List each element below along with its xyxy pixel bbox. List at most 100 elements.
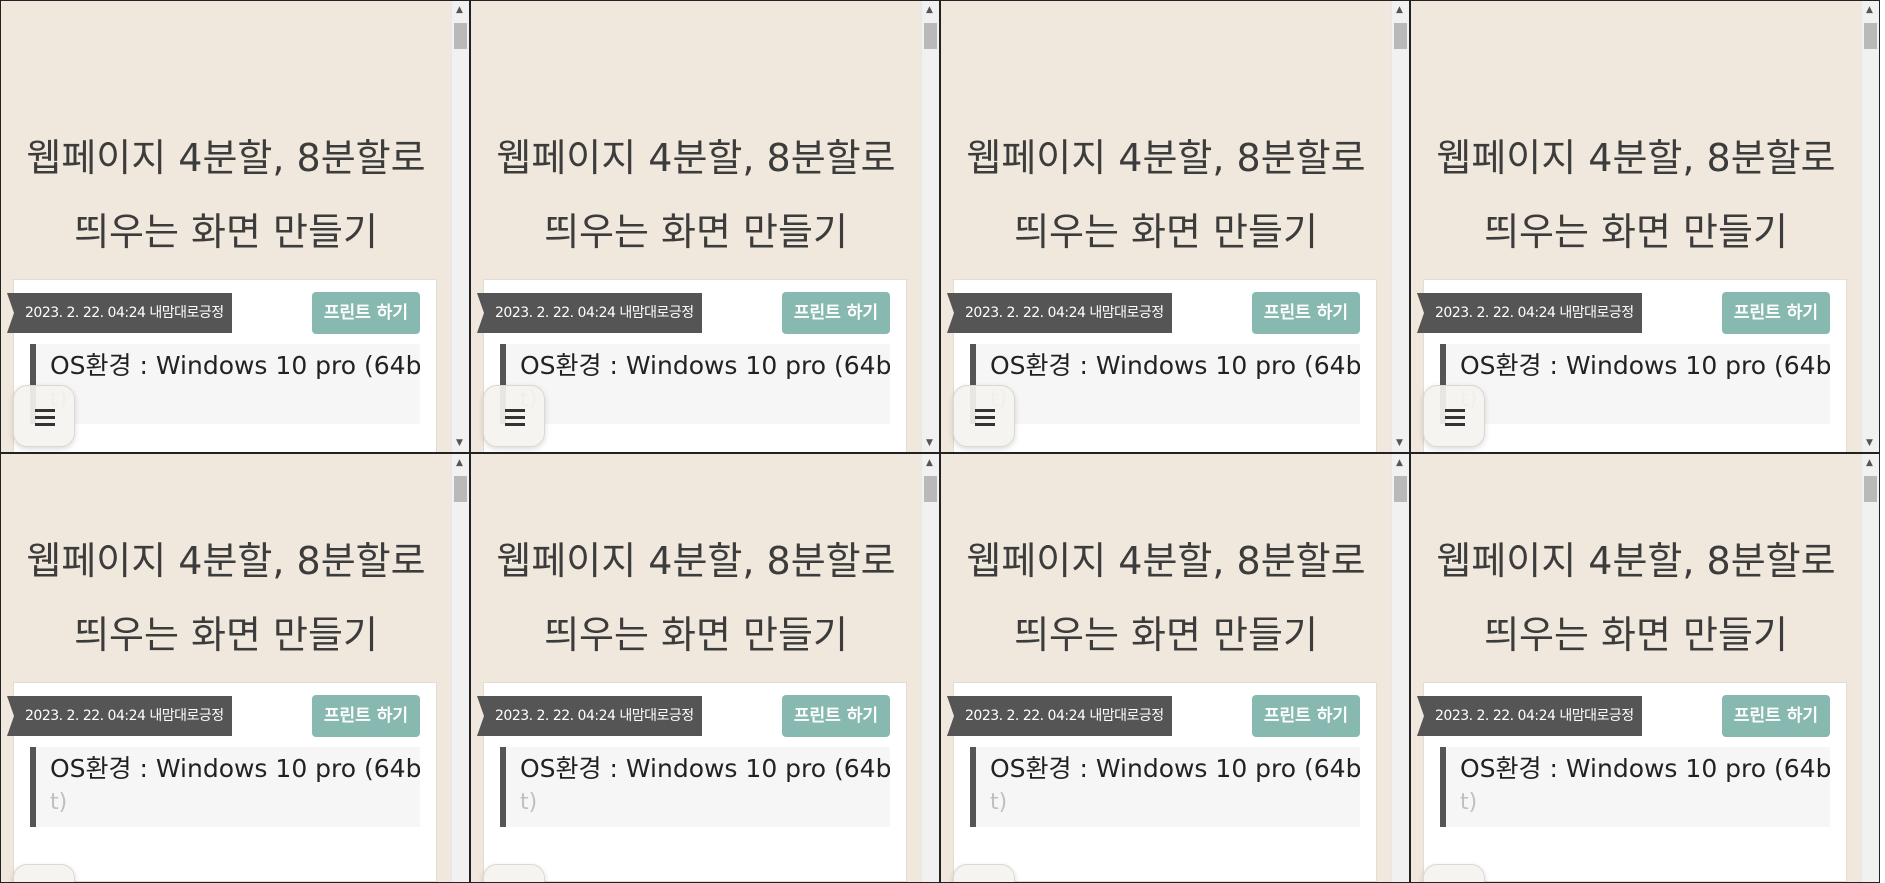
- print-button[interactable]: 프린트 하기: [1251, 695, 1360, 737]
- date-author-tag: 2023. 2. 22. 04:24 내맘대로긍정: [477, 293, 702, 333]
- scrollbar-thumb[interactable]: [1394, 476, 1407, 502]
- code-line: OS환경 : Windows 10 pro (64bi: [990, 351, 1360, 380]
- pane-content: 웹페이지 4분할, 8분할로 띄우는 화면 만들기 2023. 2. 22. 0…: [1411, 454, 1861, 882]
- vertical-scrollbar[interactable]: ▲: [921, 454, 939, 882]
- post-card: 2023. 2. 22. 04:24 내맘대로긍정 프린트 하기 OS환경 : …: [1417, 279, 1847, 452]
- code-line-overflow: t): [50, 790, 68, 815]
- menu-button[interactable]: [483, 864, 545, 882]
- date-author-tag: 2023. 2. 22. 04:24 내맘대로긍정: [947, 293, 1172, 333]
- code-block: OS환경 : Windows 10 pro (64bi t): [500, 747, 890, 827]
- page-title: 웹페이지 4분할, 8분할로 띄우는 화면 만들기: [941, 121, 1391, 269]
- browser-pane-7[interactable]: 웹페이지 4분할, 8분할로 띄우는 화면 만들기 2023. 2. 22. 0…: [940, 453, 1410, 883]
- browser-pane-4[interactable]: 웹페이지 4분할, 8분할로 띄우는 화면 만들기 2023. 2. 22. 0…: [1410, 0, 1880, 453]
- print-button[interactable]: 프린트 하기: [1721, 292, 1830, 334]
- code-line: OS환경 : Windows 10 pro (64bi: [990, 754, 1360, 783]
- browser-pane-1[interactable]: 웹페이지 4분할, 8분할로 띄우는 화면 만들기 2023. 2. 22. 0…: [0, 0, 470, 453]
- hamburger-icon: [975, 409, 995, 430]
- date-author-tag: 2023. 2. 22. 04:24 내맘대로긍정: [477, 696, 702, 736]
- title-line-2: 띄우는 화면 만들기: [74, 210, 378, 254]
- title-line-1: 웹페이지 4분할, 8분할로: [496, 136, 896, 180]
- title-line-1: 웹페이지 4분할, 8분할로: [1436, 136, 1836, 180]
- page-title: 웹페이지 4분할, 8분할로 띄우는 화면 만들기: [1411, 121, 1861, 269]
- scroll-up-arrow-icon[interactable]: ▲: [1866, 5, 1873, 15]
- vertical-scrollbar[interactable]: ▲: [451, 454, 469, 882]
- scroll-down-arrow-icon[interactable]: ▼: [1396, 438, 1403, 448]
- scroll-down-arrow-icon[interactable]: ▼: [456, 438, 463, 448]
- scroll-up-arrow-icon[interactable]: ▲: [926, 5, 933, 15]
- title-line-1: 웹페이지 4분할, 8분할로: [966, 136, 1366, 180]
- vertical-scrollbar[interactable]: ▲ ▼: [451, 1, 469, 452]
- code-block: OS환경 : Windows 10 pro (64bi t): [970, 344, 1360, 424]
- scrollbar-thumb[interactable]: [924, 476, 937, 502]
- print-button[interactable]: 프린트 하기: [1721, 695, 1830, 737]
- print-button[interactable]: 프린트 하기: [311, 695, 420, 737]
- scrollbar-thumb[interactable]: [454, 476, 467, 502]
- pane-content: 웹페이지 4분할, 8분할로 띄우는 화면 만들기 2023. 2. 22. 0…: [1, 1, 451, 452]
- date-author-tag: 2023. 2. 22. 04:24 내맘대로긍정: [1417, 696, 1642, 736]
- pane-content: 웹페이지 4분할, 8분할로 띄우는 화면 만들기 2023. 2. 22. 0…: [471, 1, 921, 452]
- title-line-2: 띄우는 화면 만들기: [544, 210, 848, 254]
- code-line: OS환경 : Windows 10 pro (64bi: [50, 351, 420, 380]
- browser-pane-3[interactable]: 웹페이지 4분할, 8분할로 띄우는 화면 만들기 2023. 2. 22. 0…: [940, 0, 1410, 453]
- menu-button[interactable]: [13, 385, 75, 447]
- vertical-scrollbar[interactable]: ▲: [1391, 454, 1409, 882]
- menu-button[interactable]: [13, 864, 75, 882]
- hamburger-icon: [505, 409, 525, 430]
- scroll-up-arrow-icon[interactable]: ▲: [1866, 458, 1873, 468]
- browser-pane-6[interactable]: 웹페이지 4분할, 8분할로 띄우는 화면 만들기 2023. 2. 22. 0…: [470, 453, 940, 883]
- scrollbar-thumb[interactable]: [1864, 476, 1877, 502]
- scrollbar-thumb[interactable]: [1864, 23, 1877, 49]
- vertical-scrollbar[interactable]: ▲ ▼: [1861, 1, 1879, 452]
- pane-content: 웹페이지 4분할, 8분할로 띄우는 화면 만들기 2023. 2. 22. 0…: [941, 454, 1391, 882]
- title-line-1: 웹페이지 4분할, 8분할로: [966, 539, 1366, 583]
- code-block: OS환경 : Windows 10 pro (64bi t): [1440, 747, 1830, 827]
- menu-button[interactable]: [1423, 864, 1485, 882]
- code-line: OS환경 : Windows 10 pro (64bi: [50, 754, 420, 783]
- scroll-down-arrow-icon[interactable]: ▼: [1866, 438, 1873, 448]
- scrollbar-thumb[interactable]: [924, 23, 937, 49]
- code-block: OS환경 : Windows 10 pro (64bi t): [30, 747, 420, 827]
- vertical-scrollbar[interactable]: ▲ ▼: [1391, 1, 1409, 452]
- print-button[interactable]: 프린트 하기: [781, 292, 890, 334]
- menu-button[interactable]: [953, 385, 1015, 447]
- scroll-down-arrow-icon[interactable]: ▼: [926, 438, 933, 448]
- print-button[interactable]: 프린트 하기: [781, 695, 890, 737]
- vertical-scrollbar[interactable]: ▲: [1861, 454, 1879, 882]
- code-line: OS환경 : Windows 10 pro (64bi: [1460, 351, 1830, 380]
- menu-button[interactable]: [1423, 385, 1485, 447]
- post-card: 2023. 2. 22. 04:24 내맘대로긍정 프린트 하기 OS환경 : …: [1417, 682, 1847, 882]
- code-line: OS환경 : Windows 10 pro (64bi: [1460, 754, 1830, 783]
- pane-content: 웹페이지 4분할, 8분할로 띄우는 화면 만들기 2023. 2. 22. 0…: [1, 454, 451, 882]
- post-card: 2023. 2. 22. 04:24 내맘대로긍정 프린트 하기 OS환경 : …: [947, 682, 1377, 882]
- post-card: 2023. 2. 22. 04:24 내맘대로긍정 프린트 하기 OS환경 : …: [7, 279, 437, 452]
- scroll-up-arrow-icon[interactable]: ▲: [456, 5, 463, 15]
- pane-content: 웹페이지 4분할, 8분할로 띄우는 화면 만들기 2023. 2. 22. 0…: [941, 1, 1391, 452]
- page-title: 웹페이지 4분할, 8분할로 띄우는 화면 만들기: [471, 121, 921, 269]
- post-card: 2023. 2. 22. 04:24 내맘대로긍정 프린트 하기 OS환경 : …: [477, 682, 907, 882]
- scroll-up-arrow-icon[interactable]: ▲: [1396, 5, 1403, 15]
- split-view-grid: 웹페이지 4분할, 8분할로 띄우는 화면 만들기 2023. 2. 22. 0…: [0, 0, 1885, 883]
- code-line: OS환경 : Windows 10 pro (64bi: [520, 351, 890, 380]
- title-line-1: 웹페이지 4분할, 8분할로: [26, 539, 426, 583]
- title-line-1: 웹페이지 4분할, 8분할로: [1436, 539, 1836, 583]
- print-button[interactable]: 프린트 하기: [311, 292, 420, 334]
- menu-button[interactable]: [483, 385, 545, 447]
- scroll-up-arrow-icon[interactable]: ▲: [456, 458, 463, 468]
- code-line-overflow: t): [990, 790, 1008, 815]
- code-line-overflow: t): [1460, 790, 1478, 815]
- browser-pane-8[interactable]: 웹페이지 4분할, 8분할로 띄우는 화면 만들기 2023. 2. 22. 0…: [1410, 453, 1880, 883]
- menu-button[interactable]: [953, 864, 1015, 882]
- browser-pane-2[interactable]: 웹페이지 4분할, 8분할로 띄우는 화면 만들기 2023. 2. 22. 0…: [470, 0, 940, 453]
- scroll-up-arrow-icon[interactable]: ▲: [926, 458, 933, 468]
- code-line: OS환경 : Windows 10 pro (64bi: [520, 754, 890, 783]
- code-block: OS환경 : Windows 10 pro (64bi t): [1440, 344, 1830, 424]
- scrollbar-thumb[interactable]: [454, 23, 467, 49]
- scroll-up-arrow-icon[interactable]: ▲: [1396, 458, 1403, 468]
- scrollbar-thumb[interactable]: [1394, 23, 1407, 49]
- post-card: 2023. 2. 22. 04:24 내맘대로긍정 프린트 하기 OS환경 : …: [477, 279, 907, 452]
- post-card: 2023. 2. 22. 04:24 내맘대로긍정 프린트 하기 OS환경 : …: [7, 682, 437, 882]
- vertical-scrollbar[interactable]: ▲ ▼: [921, 1, 939, 452]
- title-line-1: 웹페이지 4분할, 8분할로: [496, 539, 896, 583]
- print-button[interactable]: 프린트 하기: [1251, 292, 1360, 334]
- browser-pane-5[interactable]: 웹페이지 4분할, 8분할로 띄우는 화면 만들기 2023. 2. 22. 0…: [0, 453, 470, 883]
